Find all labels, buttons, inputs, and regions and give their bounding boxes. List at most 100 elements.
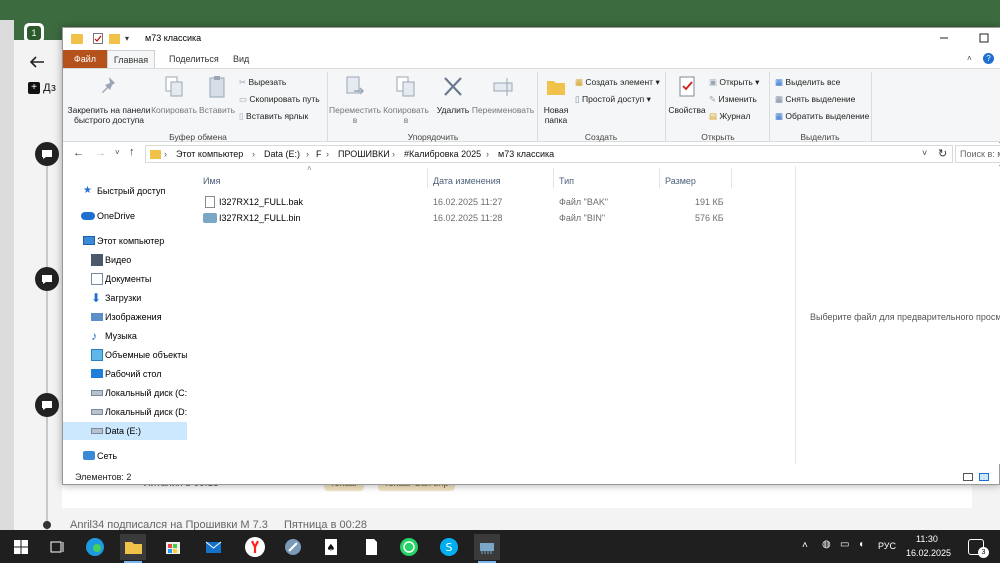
- open-button[interactable]: ▣ Открыть ▾: [709, 74, 759, 90]
- battery-icon[interactable]: ▭: [840, 539, 849, 550]
- search-input[interactable]: Поиск в: м73 классика: [955, 145, 1000, 163]
- copy-to-button[interactable]: Копировать в: [381, 73, 431, 129]
- back-arrow-icon[interactable]: [28, 55, 46, 69]
- whatsapp-app[interactable]: [396, 534, 422, 560]
- edge-app[interactable]: [82, 534, 108, 560]
- ribbon-collapse-icon[interactable]: ˄: [967, 54, 972, 63]
- breadcrumb-item[interactable]: ПРОШИВКИ: [338, 146, 390, 162]
- select-all-button[interactable]: ▦ Выделить все: [775, 74, 840, 90]
- delete-button[interactable]: Удалить: [433, 73, 473, 129]
- breadcrumb-item[interactable]: Data (E:): [264, 146, 300, 162]
- breadcrumb-item[interactable]: F: [316, 146, 322, 162]
- column-header-type[interactable]: Тип: [559, 174, 574, 188]
- tray-chevron-icon[interactable]: ˄: [802, 540, 808, 551]
- column-divider[interactable]: [553, 168, 554, 188]
- select-none-button[interactable]: ▦ Снять выделение: [775, 91, 855, 107]
- solitaire-app[interactable]: ♠: [318, 534, 344, 560]
- clock-date[interactable]: 16.02.2025: [906, 548, 951, 558]
- column-divider[interactable]: [659, 168, 660, 188]
- paste-button[interactable]: Вставить: [197, 73, 237, 129]
- nav-local-d[interactable]: Локальный диск (D:): [63, 403, 187, 421]
- comment-icon[interactable]: [35, 393, 59, 417]
- move-to-button[interactable]: Переместить в: [329, 73, 381, 129]
- steering-app[interactable]: [280, 534, 306, 560]
- details-view-icon[interactable]: [963, 473, 973, 481]
- column-header-size[interactable]: Размер: [665, 174, 696, 188]
- nav-desktop[interactable]: Рабочий стол: [63, 365, 187, 383]
- language-indicator[interactable]: РУС: [878, 541, 896, 551]
- pin-quick-access-button[interactable]: Закрепить на панели быстрого доступа: [67, 73, 151, 129]
- start-button[interactable]: [8, 534, 34, 560]
- column-divider[interactable]: [731, 168, 732, 188]
- copy-path-button[interactable]: ▭ Скопировать путь: [239, 91, 320, 107]
- skype-app[interactable]: S: [436, 534, 462, 560]
- volume-icon[interactable]: ◖: [858, 539, 864, 550]
- task-view-button[interactable]: [44, 534, 70, 560]
- up-icon[interactable]: ↑: [129, 146, 135, 158]
- nav-onedrive[interactable]: OneDrive: [63, 207, 187, 225]
- comment-icon[interactable]: [35, 142, 59, 166]
- tab-file[interactable]: Файл: [63, 50, 107, 68]
- minimize-button[interactable]: [937, 31, 951, 45]
- new-item-button[interactable]: ▦ Создать элемент ▾: [575, 74, 660, 90]
- nav-downloads[interactable]: ⬇ Загрузки: [63, 289, 187, 307]
- nav-data-e[interactable]: Data (E:): [63, 422, 187, 440]
- nav-network[interactable]: Сеть: [63, 447, 187, 465]
- forward-icon[interactable]: →: [95, 147, 106, 159]
- notification-center-button[interactable]: 3: [968, 539, 989, 558]
- breadcrumb-item[interactable]: м73 классика: [498, 146, 554, 162]
- paste-shortcut-button[interactable]: ▯ Вставить ярлык: [239, 108, 308, 124]
- nav-local-c[interactable]: Локальный диск (C:): [63, 384, 187, 402]
- nav-3d-objects[interactable]: Объемные объекты: [63, 346, 187, 364]
- help-icon[interactable]: ?: [983, 53, 994, 64]
- easy-access-button[interactable]: ▯ Простой доступ ▾: [575, 91, 651, 107]
- copy-button[interactable]: Копировать: [151, 73, 197, 129]
- breadcrumb-item[interactable]: #Калибровка 2025: [404, 146, 481, 162]
- back-icon[interactable]: ←: [73, 147, 84, 159]
- nav-video[interactable]: Видео: [63, 251, 187, 269]
- quick-access-dropdown-icon[interactable]: ▾: [125, 34, 129, 43]
- outlook-app[interactable]: [200, 534, 226, 560]
- wrench-icon: [285, 539, 301, 555]
- notepad-app[interactable]: [358, 534, 384, 560]
- tab-view[interactable]: Вид: [225, 50, 257, 68]
- windows-icon: [14, 540, 28, 554]
- recent-locations-icon[interactable]: ˅: [115, 148, 120, 157]
- cut-button[interactable]: ✂ Вырезать: [239, 74, 286, 90]
- properties-button[interactable]: Свойства: [667, 73, 707, 129]
- history-button[interactable]: ▤ Журнал: [709, 108, 750, 124]
- edit-button[interactable]: ✎ Изменить: [709, 91, 757, 107]
- tab-home[interactable]: Главная: [107, 50, 155, 68]
- column-header-date[interactable]: Дата изменения: [433, 174, 501, 188]
- copy-path-label: Скопировать путь: [249, 94, 320, 104]
- pin-label-line2: быстрого доступа: [73, 115, 145, 125]
- file-explorer-app[interactable]: [120, 534, 146, 563]
- address-bar[interactable]: › Этот компьютер › Data (E:) › F › ПРОШИ…: [145, 145, 953, 163]
- refresh-icon[interactable]: ↻: [938, 147, 947, 160]
- properties-quick-icon[interactable]: [93, 33, 103, 44]
- new-folder-quick-icon[interactable]: [109, 34, 120, 44]
- nav-quick-access[interactable]: ★ Быстрый доступ: [63, 182, 187, 200]
- large-icons-view-icon[interactable]: [979, 473, 989, 481]
- maximize-button[interactable]: [977, 31, 991, 45]
- address-dropdown-icon[interactable]: ˅: [922, 148, 927, 158]
- comment-icon[interactable]: [35, 267, 59, 291]
- clock-time[interactable]: 11:30: [916, 534, 938, 544]
- file-row[interactable]: I327RX12_FULL.bak 16.02.2025 11:27 Файл …: [201, 194, 733, 210]
- column-divider[interactable]: [427, 168, 428, 188]
- yandex-browser-app[interactable]: [242, 534, 268, 560]
- store-app[interactable]: [160, 534, 186, 560]
- column-header-name[interactable]: Имя: [203, 174, 221, 188]
- rename-button[interactable]: Переименовать: [471, 73, 535, 129]
- nav-images[interactable]: Изображения: [63, 308, 187, 326]
- nav-this-pc[interactable]: Этот компьютер: [63, 232, 187, 250]
- invert-selection-button[interactable]: ▦ Обратить выделение: [775, 108, 869, 124]
- flasher-app[interactable]: [474, 534, 500, 563]
- nav-documents[interactable]: Документы: [63, 270, 187, 288]
- new-folder-button[interactable]: Новая папка: [539, 73, 573, 129]
- tab-share[interactable]: Поделиться: [161, 50, 227, 68]
- file-row[interactable]: I327RX12_FULL.bin 16.02.2025 11:28 Файл …: [201, 210, 733, 226]
- wifi-icon[interactable]: ◍: [822, 539, 831, 550]
- breadcrumb-item[interactable]: Этот компьютер: [176, 146, 243, 162]
- nav-music[interactable]: ♪ Музыка: [63, 327, 187, 345]
